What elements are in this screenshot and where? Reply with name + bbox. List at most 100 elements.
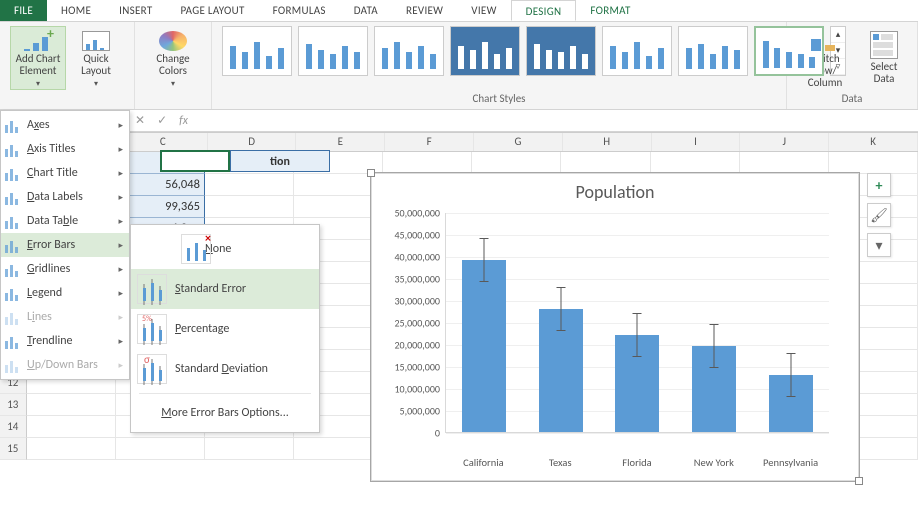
change-colors-button[interactable]: Change Colors ▾ (145, 26, 201, 90)
menu-legend[interactable]: Legend▸ (1, 281, 129, 305)
chart-bar[interactable] (462, 260, 506, 432)
column-headers[interactable]: BCDEFGHIJK (30, 132, 918, 152)
chart-style-thumb[interactable] (298, 26, 368, 76)
chart-error-bar[interactable] (637, 313, 638, 357)
select-data-icon (870, 31, 898, 59)
cell-B14[interactable] (27, 416, 116, 438)
tab-file[interactable]: FILE (0, 0, 47, 21)
tab-review[interactable]: REVIEW (392, 0, 457, 21)
x-tick-label: Texas (522, 456, 599, 469)
change-colors-icon (159, 31, 187, 51)
column-header-C[interactable]: C (119, 133, 208, 151)
error-bars-standard-deviation[interactable]: Standard Deviation (131, 349, 319, 389)
cell-D15[interactable] (205, 438, 294, 460)
select-data-button[interactable]: Select Data (861, 26, 907, 90)
add-chart-element-button[interactable]: Add Chart Element ▾ (10, 26, 66, 90)
chart-error-bar[interactable] (484, 238, 485, 282)
tab-insert[interactable]: INSERT (105, 0, 166, 21)
chart-title[interactable]: Population (371, 173, 859, 207)
cell-K2[interactable] (829, 152, 918, 174)
row-header-13[interactable]: 13 (0, 394, 27, 416)
y-tick-label: 35,000,000 (394, 273, 446, 286)
fx-icon[interactable]: fx (179, 114, 188, 128)
add-chart-element-menu: Axes▸ Axis Titles▸ Chart Title▸ Data Lab… (0, 110, 130, 380)
column-header-J[interactable]: J (740, 133, 829, 151)
tab-page-layout[interactable]: PAGE LAYOUT (166, 0, 258, 21)
cell-C15[interactable] (116, 438, 205, 460)
cell-F2[interactable] (383, 152, 472, 174)
error-bars-more-options[interactable]: More Error Bars Options... (131, 398, 319, 428)
chart-x-axis-labels: CaliforniaTexasFloridaNew YorkPennsylvan… (445, 456, 829, 469)
chart-styles-button[interactable]: 🖌 (867, 203, 891, 227)
chart-style-thumb[interactable] (450, 26, 520, 76)
y-tick-label: 50,000,000 (394, 207, 446, 220)
chart-error-bar[interactable] (560, 287, 561, 331)
tab-formulas[interactable]: FORMULAS (259, 0, 340, 21)
cell-B15[interactable] (27, 438, 116, 460)
row-header-14[interactable]: 14 (0, 416, 27, 438)
group-chart-styles-label: Chart Styles (222, 92, 776, 105)
menu-gridlines[interactable]: Gridlines▸ (1, 257, 129, 281)
menu-error-bars[interactable]: Error Bars▸ (1, 233, 129, 257)
chart-error-bar[interactable] (714, 324, 715, 368)
dropdown-arrow-icon: ▾ (94, 79, 98, 89)
column-header-H[interactable]: H (563, 133, 652, 151)
y-tick-label: 5,000,000 (400, 405, 446, 418)
cancel-formula-icon[interactable]: ✕ (135, 113, 145, 128)
ribbon-tabs: FILE HOME INSERT PAGE LAYOUT FORMULAS DA… (0, 0, 918, 22)
chart-error-bar[interactable] (790, 353, 791, 397)
column-header-E[interactable]: E (296, 133, 385, 151)
embedded-chart[interactable]: Population 05,000,00010,000,00015,000,00… (370, 172, 860, 482)
chart-styles-gallery[interactable] (222, 26, 824, 76)
chart-style-thumb[interactable] (374, 26, 444, 76)
error-bars-standard-error[interactable]: Standard Error (131, 269, 319, 309)
menu-trendline[interactable]: Trendline▸ (1, 329, 129, 353)
tab-design[interactable]: DESIGN (511, 0, 577, 21)
row-header-15[interactable]: 15 (0, 438, 27, 460)
error-bars-none[interactable]: × None (131, 229, 319, 269)
tab-home[interactable]: HOME (47, 0, 105, 21)
error-bars-submenu: × None Standard Error Percentage Standar… (130, 224, 320, 433)
error-bars-percentage[interactable]: Percentage (131, 309, 319, 349)
menu-axes[interactable]: Axes▸ (1, 113, 129, 137)
column-header-I[interactable]: I (652, 133, 741, 151)
x-tick-label: Florida (599, 456, 676, 469)
y-tick-label: 30,000,000 (394, 295, 446, 308)
column-header-F[interactable]: F (385, 133, 474, 151)
formula-bar: ✕ ✓ fx (0, 110, 918, 132)
menu-data-table[interactable]: Data Table▸ (1, 209, 129, 233)
group-chart-layouts: Add Chart Element ▾ Quick Layout ▾ (0, 22, 135, 109)
chart-elements-button[interactable]: + (867, 173, 891, 197)
chart-style-thumb[interactable] (526, 26, 596, 76)
cell-B13[interactable] (27, 394, 116, 416)
enter-formula-icon[interactable]: ✓ (157, 113, 167, 128)
menu-up-down-bars: Up/Down Bars▸ (1, 353, 129, 377)
menu-chart-title[interactable]: Chart Title▸ (1, 161, 129, 185)
menu-lines: Lines▸ (1, 305, 129, 329)
column-header-G[interactable]: G (474, 133, 563, 151)
cell-D3[interactable] (205, 174, 294, 196)
cell-G2[interactable] (472, 152, 561, 174)
chart-style-thumb[interactable] (602, 26, 672, 76)
column-header-D[interactable]: D (208, 133, 297, 151)
column-header-K[interactable]: K (829, 133, 918, 151)
add-chart-element-label: Add Chart Element (11, 53, 65, 77)
cell-I2[interactable] (651, 152, 740, 174)
chart-filters-button[interactable]: ▾ (867, 233, 891, 257)
chart-style-thumb[interactable] (678, 26, 748, 76)
y-tick-label: 40,000,000 (394, 251, 446, 264)
add-chart-element-icon (24, 31, 52, 51)
chart-plot-area[interactable]: 05,000,00010,000,00015,000,00020,000,000… (445, 213, 829, 433)
quick-layout-button[interactable]: Quick Layout ▾ (68, 26, 124, 90)
tab-view[interactable]: VIEW (457, 0, 510, 21)
menu-axis-titles[interactable]: Axis Titles▸ (1, 137, 129, 161)
cell-C1-partial[interactable]: tion (230, 150, 330, 172)
cell-H2[interactable] (561, 152, 650, 174)
chart-style-thumb[interactable] (222, 26, 292, 76)
tab-data[interactable]: DATA (340, 0, 392, 21)
cell-D4[interactable] (205, 196, 294, 218)
menu-data-labels[interactable]: Data Labels▸ (1, 185, 129, 209)
cell-J2[interactable] (740, 152, 829, 174)
quick-layout-label: Quick Layout (69, 53, 123, 77)
tab-format[interactable]: FORMAT (576, 0, 644, 21)
